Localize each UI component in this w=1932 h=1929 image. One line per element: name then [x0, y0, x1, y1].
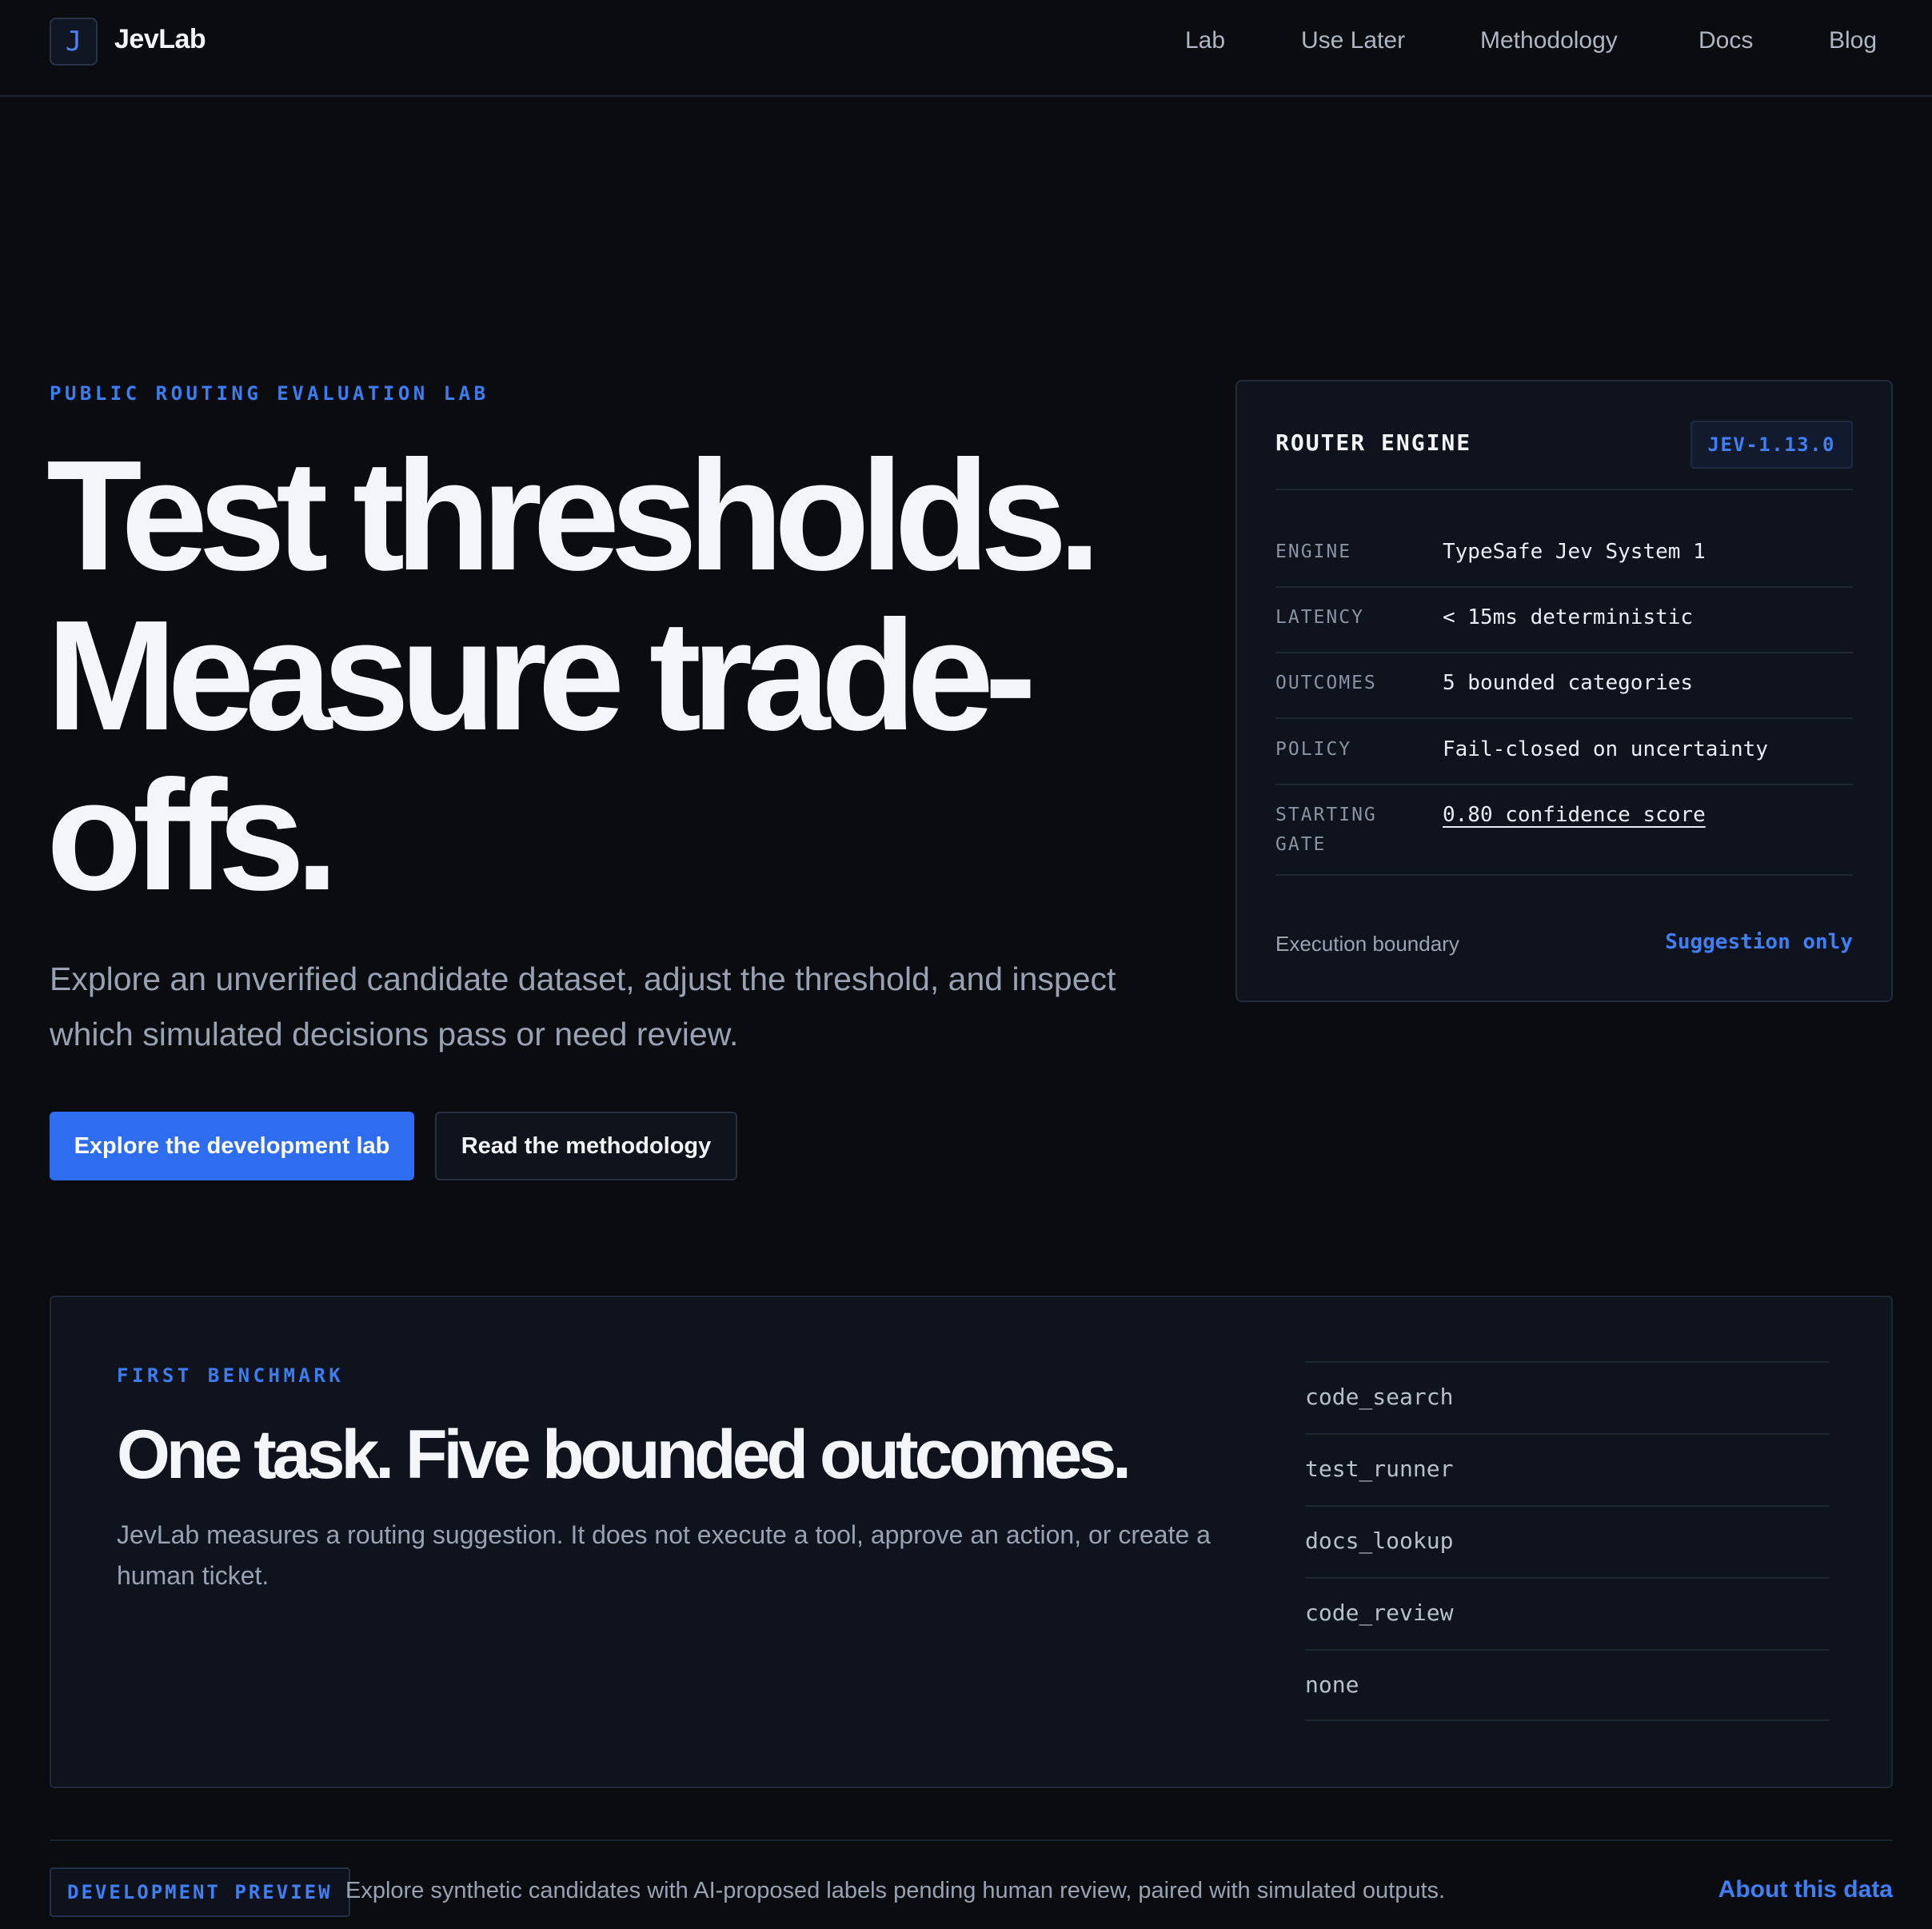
development-preview-text: Explore synthetic candidates with AI-pro… — [345, 1878, 1446, 1903]
outcome-item-test-runner: test_runner — [1305, 1433, 1830, 1505]
nav-link-use-later[interactable]: Use Later — [1301, 27, 1405, 54]
nav-link-methodology[interactable]: Methodology — [1480, 27, 1618, 54]
card-divider — [1275, 586, 1853, 588]
benchmark-description: JevLab measures a routing suggestion. It… — [117, 1520, 1211, 1590]
outcome-list: code_search test_runner docs_lookup code… — [1305, 1361, 1830, 1721]
outcome-item-none: none — [1305, 1649, 1830, 1721]
spec-key-outcomes: OUTCOMES — [1275, 673, 1377, 693]
card-divider — [1275, 717, 1853, 719]
read-methodology-button[interactable]: Read the methodology — [435, 1112, 737, 1180]
benchmark-panel: FIRST BENCHMARK One task. Five bounded o… — [50, 1296, 1893, 1788]
card-divider — [1275, 874, 1853, 876]
hero-title-line-3: offs. — [46, 748, 339, 923]
outcome-item-code-review: code_review — [1305, 1577, 1830, 1649]
outcome-item-docs-lookup: docs_lookup — [1305, 1505, 1830, 1577]
card-divider — [1275, 784, 1853, 785]
card-title: ROUTER ENGINE — [1275, 429, 1472, 456]
explore-lab-button[interactable]: Explore the development lab — [50, 1112, 414, 1180]
nav-link-docs[interactable]: Docs — [1698, 27, 1753, 54]
benchmark-title: One task. Five bounded outcomes. — [117, 1416, 1132, 1493]
hero-title-line-1: Test thresholds. — [46, 428, 1101, 603]
spec-key-starting-gate: STARTING GATE — [1275, 805, 1377, 855]
spec-key-policy: POLICY — [1275, 739, 1352, 760]
nav-link-lab[interactable]: Lab — [1185, 27, 1225, 54]
version-badge: JEV-1.13.0 — [1690, 421, 1853, 469]
hero-description: Explore an unverified candidate dataset,… — [50, 961, 1116, 1052]
about-data-link[interactable]: About this data — [1718, 1876, 1893, 1903]
execution-boundary-label: Execution boundary — [1275, 932, 1459, 956]
development-preview-badge: DEVELOPMENT PREVIEW — [50, 1867, 350, 1917]
strip-divider — [50, 1839, 1893, 1841]
spec-value-starting-gate[interactable]: 0.80 confidence score — [1443, 801, 1706, 830]
logo-icon[interactable]: J — [50, 18, 98, 66]
spec-value-outcomes: 5 bounded categories — [1443, 671, 1694, 695]
top-nav: J JevLab Lab Use Later Methodology Docs … — [0, 0, 1932, 97]
spec-value-engine: TypeSafe Jev System 1 — [1443, 540, 1706, 564]
benchmark-eyebrow: FIRST BENCHMARK — [117, 1364, 345, 1387]
hero-eyebrow: PUBLIC ROUTING EVALUATION LAB — [50, 382, 489, 405]
nav-link-blog[interactable]: Blog — [1829, 27, 1877, 54]
card-divider — [1275, 652, 1853, 653]
spec-key-engine: ENGINE — [1275, 541, 1352, 562]
spec-value-policy: Fail-closed on uncertainty — [1443, 737, 1768, 761]
brand-name[interactable]: JevLab — [114, 24, 206, 55]
hero-title: Test thresholds. Measure trade- offs. — [46, 436, 1182, 916]
outcome-item-code-search: code_search — [1305, 1361, 1830, 1433]
hero-title-line-2: Measure trade- — [46, 588, 1036, 763]
execution-boundary-value: Suggestion only — [1665, 930, 1853, 954]
router-engine-card: ROUTER ENGINE JEV-1.13.0 ENGINE TypeSafe… — [1235, 380, 1893, 1002]
card-divider — [1275, 489, 1853, 490]
spec-key-latency: LATENCY — [1275, 607, 1364, 628]
spec-value-latency: < 15ms deterministic — [1443, 605, 1694, 629]
